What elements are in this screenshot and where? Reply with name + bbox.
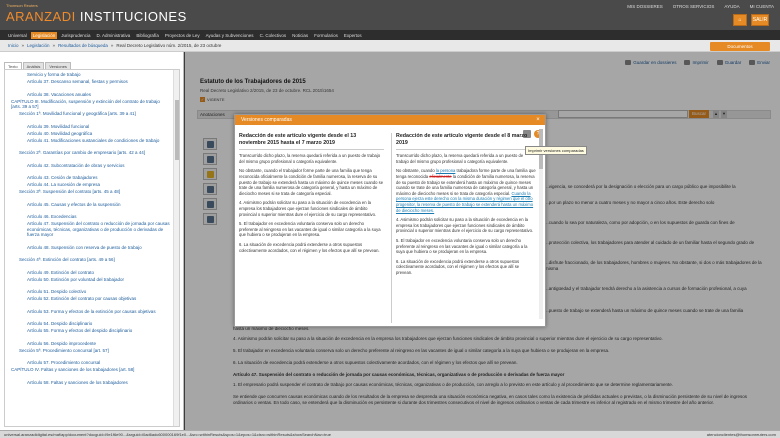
version-right-paragraph: 6. La situación de excedencia podrá exte… bbox=[396, 258, 520, 275]
nav-noticias[interactable]: Noticias bbox=[290, 32, 310, 39]
toc-item[interactable]: Servicio y forma de trabajo bbox=[27, 72, 170, 78]
nav-colectivos[interactable]: C. Colectivos bbox=[258, 32, 289, 39]
toc-item[interactable]: Sección 2ª. Garantías por cambio de empr… bbox=[19, 150, 170, 156]
version-left-paragraph: 6. La situación de excedencia podrá exte… bbox=[239, 241, 380, 253]
toc-item[interactable]: Artículo 45. Causas y efectos de la susp… bbox=[27, 202, 170, 208]
version-left: Redacción de este artículo vigente desde… bbox=[239, 133, 384, 323]
toc-item[interactable]: Artículo 42. Subcontratación de obras y … bbox=[27, 163, 170, 169]
toc-item[interactable]: Artículo 44. La sucesión de empresa bbox=[27, 182, 170, 188]
home-icon[interactable]: ⌂ bbox=[733, 14, 747, 26]
toc-item[interactable]: Sección 4ª. Extinción del contrato [arts… bbox=[19, 257, 170, 263]
crumb-resultados[interactable]: Resultados de búsqueda bbox=[58, 43, 108, 48]
toc-item[interactable]: Artículo 55. Forma y efectos del despido… bbox=[27, 328, 170, 334]
version-left-header: Redacción de este artículo vigente desde… bbox=[239, 133, 384, 151]
toc-item[interactable]: Artículo 54. Despido disciplinario bbox=[27, 321, 170, 327]
toc-item[interactable]: CAPÍTULO IV. Faltas y sanciones de los t… bbox=[11, 367, 170, 373]
toc-item[interactable]: Artículo 51. Despido colectivo bbox=[27, 289, 170, 295]
version-right-paragraph: Transcurrido dicho plazo, la reserva que… bbox=[396, 153, 524, 164]
toc-item[interactable]: CAPÍTULO III. Modificación, suspensión y… bbox=[11, 99, 170, 110]
toc-item[interactable]: Artículo 52. Extinción del contrato por … bbox=[27, 296, 170, 302]
nav-bibliografia[interactable]: Bibliografía bbox=[134, 32, 161, 39]
nav-legislacion[interactable]: Legislación bbox=[30, 31, 58, 39]
toc-item[interactable]: Artículo 47. Suspensión del contrato o r… bbox=[27, 221, 170, 238]
brand-small: Thomson Reuters bbox=[6, 3, 38, 8]
dialog-header: Versiones comparadas × bbox=[235, 115, 545, 125]
toc-item[interactable]: Artículo 57. Procedimiento concursal bbox=[27, 360, 170, 366]
toc-item[interactable]: Artículo 41. Modificaciones sustanciales… bbox=[27, 138, 170, 144]
nav-universal[interactable]: Universal bbox=[6, 32, 29, 39]
toc-item[interactable]: Artículo 43. Cesión de trabajadores bbox=[27, 175, 170, 181]
toplink-servicios[interactable]: OTROS SERVICIOS bbox=[671, 3, 717, 10]
toplink-dossieres[interactable]: MIS DOSSIERES bbox=[625, 3, 665, 10]
version-right-paragraph: No obstante, cuando la persona trabajado… bbox=[396, 168, 536, 213]
version-right: Redacción de este artículo vigente desde… bbox=[391, 133, 536, 323]
toc-item[interactable]: Artículo 56. Despido improcedente bbox=[27, 341, 170, 347]
main-nav: Universal Legislación Jurisprudencia D. … bbox=[0, 30, 780, 40]
version-left-paragraph: No obstante, cuando el trabajador forme … bbox=[239, 168, 384, 196]
version-left-paragraph: 5. El trabajador en excedencia voluntari… bbox=[239, 221, 381, 238]
toc-item[interactable]: Artículo 48. Suspensión con reserva de p… bbox=[27, 245, 170, 251]
toc-item[interactable]: Artículo 58. Faltas y sanciones de los t… bbox=[27, 380, 170, 386]
toc-item[interactable]: Sección 1ª. Movilidad funcional y geográ… bbox=[19, 111, 170, 117]
nav-expertos[interactable]: Expertos bbox=[342, 32, 364, 39]
breadcrumb: Inicio» Legislación» Resultados de búsqu… bbox=[0, 40, 780, 52]
status-url: universal.aranzadidigital.es/maf/app/doc… bbox=[4, 432, 331, 437]
dialog-scrollbar[interactable] bbox=[539, 129, 543, 319]
inserted-text: la persona bbox=[435, 168, 456, 174]
toplink-ayuda[interactable]: AYUDA bbox=[722, 3, 741, 10]
version-right-paragraph: 5. El trabajador en excedencia voluntari… bbox=[396, 237, 528, 255]
compare-versions-dialog: Versiones comparadas × ? Redacción de es… bbox=[234, 114, 546, 327]
toc-item[interactable]: Artículo 39. Movilidad funcional bbox=[27, 124, 170, 130]
dialog-body: Redacción de este artículo vigente desde… bbox=[239, 133, 539, 323]
brand-logo[interactable]: ARANZADI INSTITUCIONES bbox=[6, 9, 187, 24]
toc-item[interactable]: Artículo 46. Excedencias bbox=[27, 214, 170, 220]
toc-tree: Servicio y forma de trabajo Artículo 37. … bbox=[4, 69, 180, 427]
nav-proyectos[interactable]: Proyectos de Ley bbox=[163, 32, 202, 39]
status-bar: universal.aranzadidigital.es/maf/app/doc… bbox=[0, 430, 780, 438]
version-left-paragraph: Transcurrido dicho plazo, la reserva que… bbox=[239, 153, 381, 164]
nav-ayudas[interactable]: Ayudas y Subvenciones bbox=[204, 32, 256, 39]
toc-item[interactable]: Artículo 53. Forma y efectos de la extin… bbox=[27, 309, 170, 315]
toc-item[interactable]: Artículo 37. Descanso semanal, fiestas y… bbox=[27, 79, 170, 85]
toc-item[interactable]: Artículo 40. Movilidad geográfica bbox=[27, 131, 170, 137]
toplink-cuenta[interactable]: MI CUENTA bbox=[748, 3, 776, 10]
nav-formularios[interactable]: Formularios bbox=[312, 32, 340, 39]
brand-prefix: ARANZADI bbox=[6, 9, 76, 24]
top-bar: Thomson Reuters ARANZADI INSTITUCIONES M… bbox=[0, 0, 780, 30]
toc-scrollbar[interactable] bbox=[173, 70, 179, 426]
exit-icon[interactable]: SALIR bbox=[751, 14, 769, 26]
print-tooltip: Imprimir versiones comparadas bbox=[525, 146, 587, 155]
toc-item[interactable]: Sección 3ª. Suspensión del contrato [art… bbox=[19, 189, 170, 195]
toc-item[interactable]: Sección 5ª. Procedimiento concursal [art… bbox=[19, 348, 170, 354]
toc-item[interactable]: Artículo 50. Extinción por voluntad del … bbox=[27, 277, 170, 283]
version-right-header: Redacción de este artículo vigente desde… bbox=[396, 133, 536, 151]
top-icons: ⌂ SALIR bbox=[733, 14, 769, 26]
top-links: MIS DOSSIERES OTROS SERVICIOS AYUDA MI C… bbox=[625, 3, 776, 10]
deleted-text: oficialmente bbox=[429, 173, 452, 179]
crumb-current: Real Decreto Legislativo núm. 2/2015, de… bbox=[116, 43, 222, 48]
close-icon[interactable]: × bbox=[535, 117, 541, 123]
version-left-paragraph: 4. Asimismo podrán solicitar su paso a l… bbox=[239, 200, 377, 217]
nav-administrativa[interactable]: D. Administrativa bbox=[95, 32, 133, 39]
dialog-title: Versiones comparadas bbox=[241, 117, 292, 123]
toc-item[interactable]: Artículo 49. Extinción del contrato bbox=[27, 270, 170, 276]
documents-button[interactable]: Documentos bbox=[710, 42, 770, 51]
toc-item[interactable]: Artículo 38. Vacaciones anuales bbox=[27, 92, 170, 98]
nav-jurisprudencia[interactable]: Jurisprudencia bbox=[59, 32, 92, 39]
crumb-inicio[interactable]: Inicio bbox=[8, 43, 19, 48]
status-user: atencionclientes@thomsonreuters.com bbox=[706, 432, 776, 437]
crumb-legislacion[interactable]: Legislación bbox=[27, 43, 50, 48]
version-right-paragraph: 4. Asimismo podrán solicitar su paso a l… bbox=[396, 217, 534, 234]
sidebar: Texto Análisis Versiones Servicio y form… bbox=[0, 52, 184, 430]
brand-suffix: INSTITUCIONES bbox=[79, 9, 187, 24]
